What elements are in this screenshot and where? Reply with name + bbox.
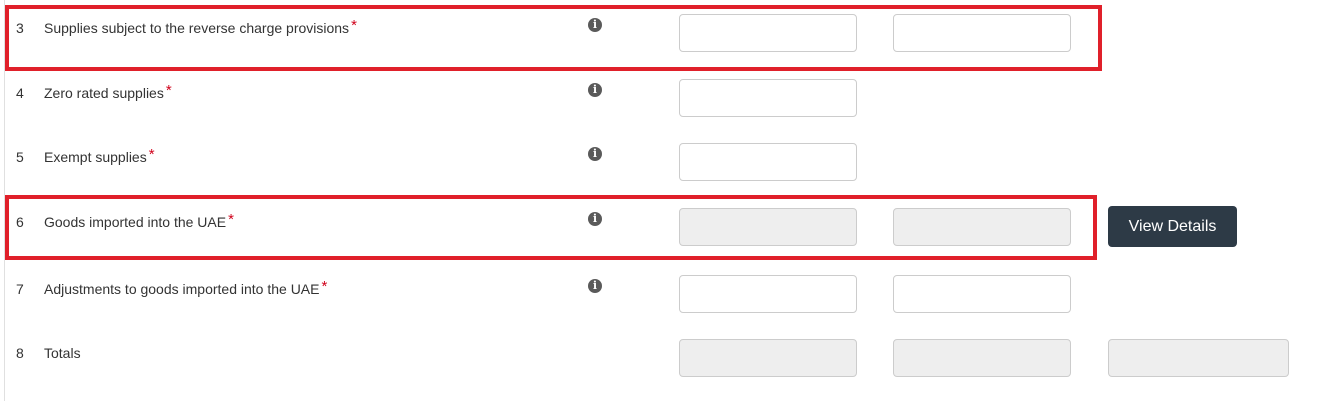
row-label-text: Exempt supplies: [44, 149, 147, 165]
row-number: 3: [16, 20, 24, 36]
row-label: Zero rated supplies *: [44, 82, 172, 102]
row-3-vat-input[interactable]: [893, 14, 1071, 52]
info-circle-icon[interactable]: i: [588, 279, 602, 293]
row-label: Goods imported into the UAE *: [44, 211, 234, 231]
row-7-amount-input[interactable]: [679, 275, 857, 313]
vat-row-3: 3 Supplies subject to the reverse charge…: [0, 8, 1319, 64]
info-circle-icon[interactable]: i: [588, 212, 602, 226]
row-3-amount-input[interactable]: [679, 14, 857, 52]
info-circle-icon[interactable]: i: [588, 18, 602, 32]
required-asterisk: *: [148, 146, 155, 163]
row-5-amount-input[interactable]: [679, 143, 857, 181]
required-asterisk: *: [165, 82, 172, 99]
row-4-amount-input[interactable]: [679, 79, 857, 117]
row-number: 4: [16, 85, 24, 101]
vat-row-4: 4 Zero rated supplies * i: [0, 73, 1319, 129]
row-7-vat-input[interactable]: [893, 275, 1071, 313]
row-number: 5: [16, 149, 24, 165]
row-label-text: Totals: [44, 345, 81, 361]
view-details-button[interactable]: View Details: [1108, 206, 1237, 247]
row-label-text: Adjustments to goods imported into the U…: [44, 281, 320, 297]
row-6-vat-input: [893, 208, 1071, 246]
row-label-text: Zero rated supplies: [44, 85, 164, 101]
required-asterisk: *: [351, 17, 357, 34]
required-asterisk: *: [321, 278, 328, 295]
row-6-amount-input: [679, 208, 857, 246]
row-label-text: Goods imported into the UAE: [44, 214, 227, 230]
row-label: Adjustments to goods imported into the U…: [44, 278, 328, 298]
vat-row-5: 5 Exempt supplies * i: [0, 137, 1319, 193]
info-circle-icon[interactable]: i: [588, 147, 602, 161]
row-label: Supplies subject to the reverse charge p…: [44, 17, 357, 37]
row-number: 6: [16, 214, 24, 230]
row-number: 7: [16, 281, 24, 297]
vat-row-6: 6 Goods imported into the UAE * i View De…: [0, 202, 1319, 258]
total-amount-field: [679, 339, 857, 377]
info-circle-icon[interactable]: i: [588, 83, 602, 97]
row-label: Exempt supplies *: [44, 146, 155, 166]
required-asterisk: *: [228, 211, 234, 228]
total-adjustment-field: [1108, 339, 1289, 377]
vat-row-7: 7 Adjustments to goods imported into the…: [0, 269, 1319, 325]
vat-row-8-totals: 8 Totals: [0, 333, 1319, 389]
row-label-text: Supplies subject to the reverse charge p…: [44, 20, 350, 36]
row-number: 8: [16, 345, 24, 361]
total-vat-field: [893, 339, 1071, 377]
row-label: Totals: [44, 345, 81, 361]
